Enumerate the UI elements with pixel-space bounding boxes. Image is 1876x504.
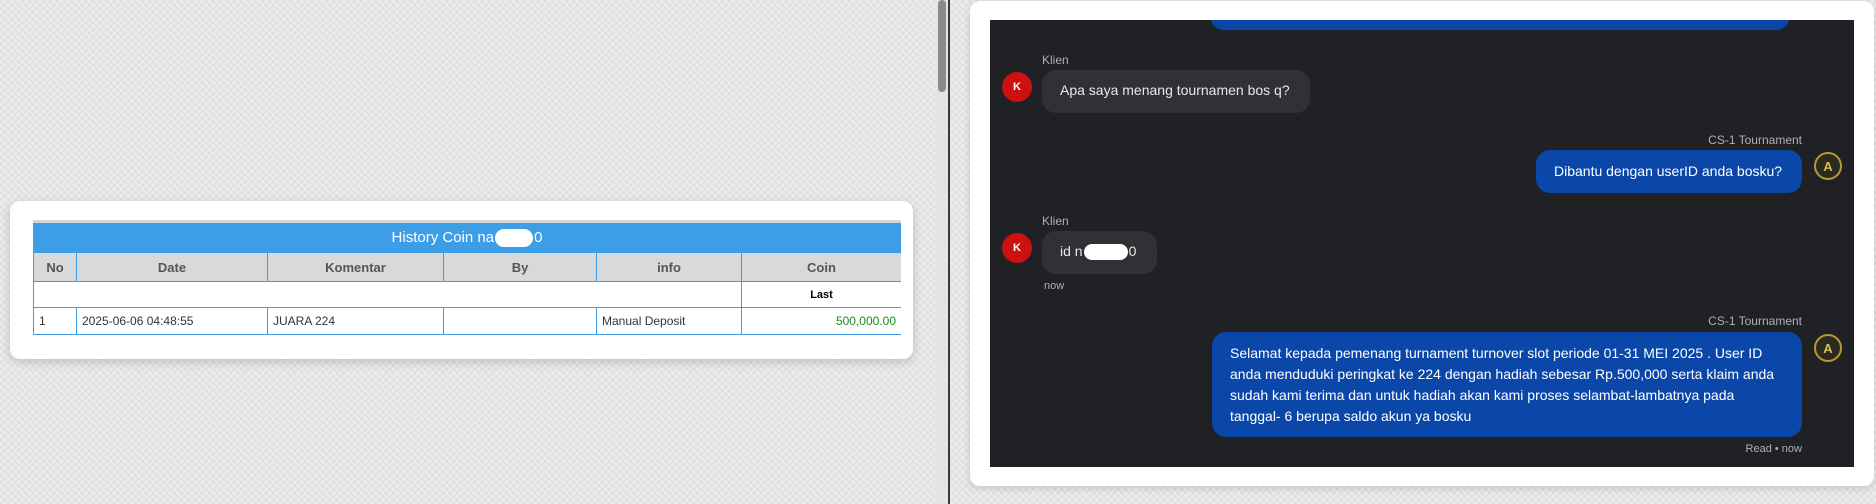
cell-by: [443, 307, 597, 335]
subheader-last: Last: [741, 281, 901, 308]
client-avatar: K: [1002, 233, 1032, 263]
column-header-date[interactable]: Date: [76, 252, 268, 282]
agent-avatar: A: [1814, 152, 1842, 180]
column-header-coin[interactable]: Coin: [741, 252, 901, 282]
history-title-start: History Coin na: [391, 229, 495, 246]
previous-message-bubble-cropped: [1210, 20, 1790, 30]
history-coin-table: No Date Komentar By info Coin Last 1 202…: [33, 252, 901, 335]
cell-date: 2025-06-06 04:48:55: [76, 307, 268, 335]
client-avatar: K: [1002, 72, 1032, 102]
column-header-komentar[interactable]: Komentar: [267, 252, 444, 282]
message-sender-client: Klien: [1042, 214, 1069, 228]
history-coin-card: History Coin na 0 No Date Komentar By in…: [10, 201, 913, 359]
client-id-message-bubble[interactable]: id n 0: [1042, 231, 1157, 274]
cell-no: 1: [33, 307, 77, 335]
client-message-bubble[interactable]: Apa saya menang tournamen bos q?: [1042, 70, 1310, 113]
agent-announcement-text: Selamat kepada pemenang turnament turnov…: [1230, 345, 1775, 424]
message-sender-client: Klien: [1042, 53, 1069, 67]
message-sender-agent: CS-1 Tournament: [1708, 133, 1802, 147]
scrollbar-thumb[interactable]: [938, 0, 946, 92]
pane-divider: [948, 0, 950, 504]
cell-coin-amount: 500,000.00: [741, 307, 901, 335]
vertical-scrollbar[interactable]: [935, 0, 949, 504]
left-pane: History Coin na 0 No Date Komentar By in…: [0, 0, 935, 504]
cell-komentar: JUARA 224: [267, 307, 444, 335]
chat-card: Klien K Apa saya menang tournamen bos q?…: [970, 1, 1874, 486]
table-subheader-row: Last: [33, 281, 901, 308]
message-read-status: Read • now: [1745, 443, 1802, 455]
table-row[interactable]: 1 2025-06-06 04:48:55 JUARA 224 Manual D…: [33, 307, 901, 335]
agent-message-bubble[interactable]: Dibantu dengan userID anda bosku?: [1536, 150, 1802, 193]
history-coin-title: History Coin na 0: [33, 223, 901, 252]
redaction-mask: [495, 228, 534, 247]
client-message-text: Apa saya menang tournamen bos q?: [1060, 82, 1290, 98]
message-sender-agent: CS-1 Tournament: [1708, 314, 1802, 328]
agent-message-text: Dibantu dengan userID anda bosku?: [1554, 163, 1783, 179]
history-title-end: 0: [534, 229, 543, 246]
column-header-no[interactable]: No: [33, 252, 77, 282]
agent-announcement-bubble[interactable]: Selamat kepada pemenang turnament turnov…: [1212, 332, 1802, 437]
subheader-empty-cell: [33, 281, 742, 308]
cell-info: Manual Deposit: [596, 307, 742, 335]
column-header-info[interactable]: info: [596, 252, 742, 282]
client-id-text-end: 0: [1128, 243, 1137, 259]
table-header-row: No Date Komentar By info Coin: [33, 252, 901, 282]
chat-conversation[interactable]: Klien K Apa saya menang tournamen bos q?…: [990, 20, 1854, 467]
client-id-text-start: id n: [1060, 243, 1083, 259]
column-header-by[interactable]: By: [443, 252, 597, 282]
agent-avatar: A: [1814, 334, 1842, 362]
message-timestamp: now: [1044, 280, 1065, 292]
redaction-mask: [1083, 244, 1128, 261]
history-coin-table-wrapper[interactable]: History Coin na 0 No Date Komentar By in…: [33, 220, 901, 340]
